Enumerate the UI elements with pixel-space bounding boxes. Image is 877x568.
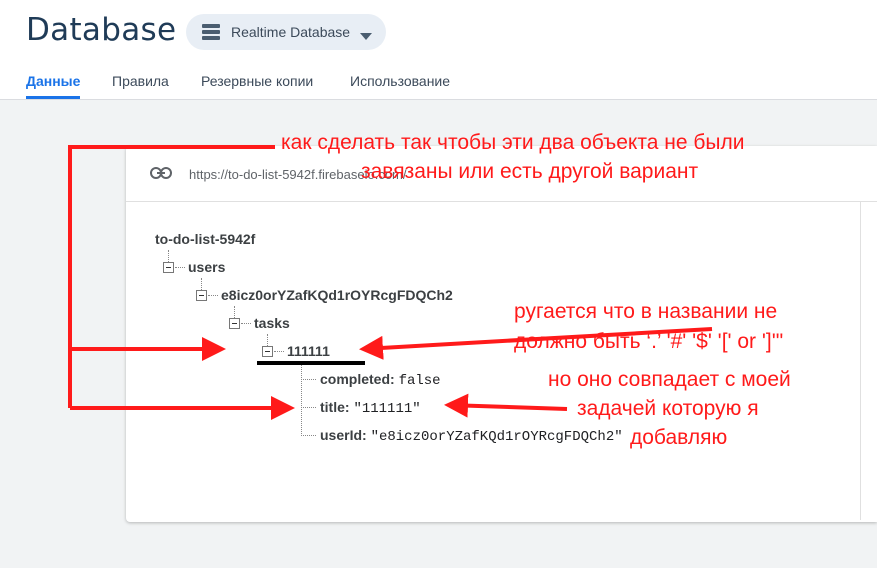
annotation-bottom-line2: задачей которую я	[577, 397, 759, 420]
annotation-top-line2: завязаны или есть другой вариант	[361, 160, 699, 183]
annotation-bottom-line3: добавляю	[630, 426, 728, 449]
annotation-bottom-line1: но оно совпадает с моей	[548, 368, 791, 391]
annotation-right-line1: ругается что в названии не	[514, 300, 778, 323]
annotation-right-line2: должно быть ‘.’ '#' '$' '[' or ']'"	[514, 330, 784, 353]
annotation-top-line1: как сделать так чтобы эти два объекта не…	[281, 131, 745, 154]
annotation-arrows	[68, 145, 713, 420]
